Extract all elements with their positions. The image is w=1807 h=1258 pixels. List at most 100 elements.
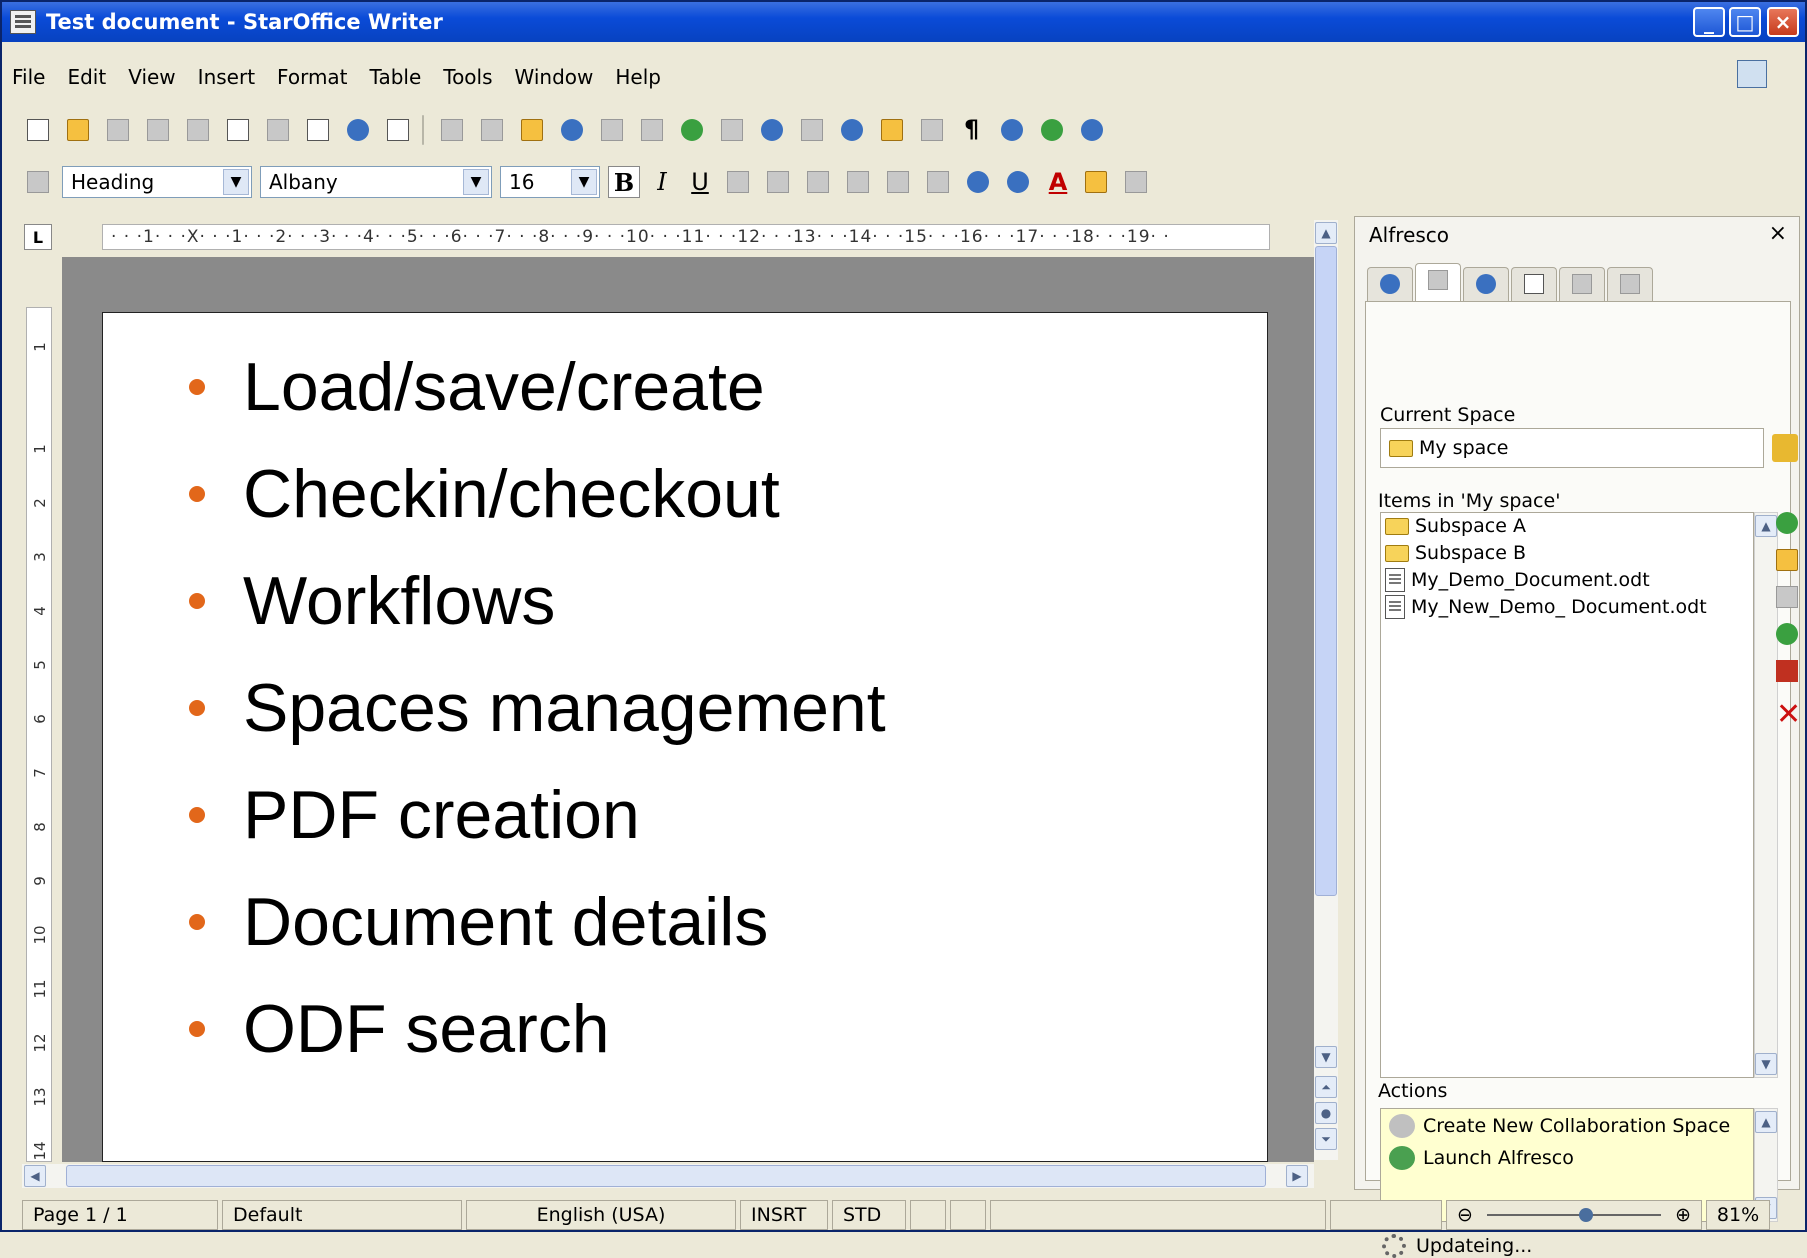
italic-button[interactable]: I <box>646 166 678 198</box>
list-item[interactable]: Spaces management <box>189 654 886 761</box>
hyperlink-button[interactable] <box>676 114 708 146</box>
writer-document-icon[interactable] <box>10 10 36 34</box>
alfresco-button[interactable] <box>1036 114 1068 146</box>
previous-page-icon[interactable]: ⏶ <box>1315 1076 1337 1098</box>
bold-button[interactable]: B <box>608 166 640 198</box>
decrease-indent-button[interactable] <box>962 166 994 198</box>
numbering-button[interactable] <box>882 166 914 198</box>
page-preview-button[interactable] <box>302 114 334 146</box>
scroll-up-icon[interactable]: ▲ <box>1755 1111 1777 1133</box>
export-pdf-button[interactable] <box>222 114 254 146</box>
tab-browse[interactable] <box>1367 267 1413 301</box>
increase-indent-button[interactable] <box>1002 166 1034 198</box>
save-as-pdf-button[interactable] <box>1772 656 1802 686</box>
styles-formatting-button[interactable] <box>22 166 54 198</box>
scroll-left-icon[interactable]: ◀ <box>24 1165 46 1187</box>
next-page-icon[interactable]: ⏷ <box>1315 1128 1337 1150</box>
tab-details[interactable] <box>1511 267 1557 301</box>
align-left-button[interactable] <box>722 166 754 198</box>
document-horizontal-scrollbar[interactable]: ◀ ▶ <box>22 1164 1314 1188</box>
zoom-out-icon[interactable]: ⊖ <box>1457 1204 1473 1226</box>
redo-button[interactable] <box>636 114 668 146</box>
document-vertical-scrollbar[interactable]: ▲ ▼ ⏶ ● ⏷ <box>1314 220 1338 1160</box>
help-button[interactable] <box>1076 114 1108 146</box>
view-layout-icon[interactable] <box>1330 1200 1442 1230</box>
chevron-down-icon[interactable]: ▼ <box>463 169 489 195</box>
zoom-slider-handle[interactable] <box>1578 1208 1593 1222</box>
close-button[interactable]: × <box>1767 7 1799 37</box>
list-item[interactable]: Load/save/create <box>189 333 886 440</box>
tab-workflow[interactable] <box>1559 267 1605 301</box>
add-document-button[interactable] <box>1772 619 1802 649</box>
navigator-button[interactable] <box>836 114 868 146</box>
tab-tags[interactable] <box>1607 267 1653 301</box>
menu-view[interactable]: View <box>128 65 175 89</box>
page-style[interactable]: Default <box>222 1200 462 1230</box>
font-size-select[interactable]: 16 ▼ <box>500 166 600 198</box>
zoom-in-icon[interactable]: ⊕ <box>1675 1204 1691 1226</box>
zoom-slider-control[interactable]: ⊖ ⊕ <box>1446 1200 1702 1230</box>
scroll-down-icon[interactable]: ▼ <box>1755 1053 1777 1075</box>
menu-table[interactable]: Table <box>370 65 422 89</box>
format-paintbrush-button[interactable] <box>556 114 588 146</box>
gallery-button[interactable] <box>876 114 908 146</box>
find-replace-button[interactable] <box>796 114 828 146</box>
horizontal-ruler[interactable]: · · ·1· · ·X· · ·1· · ·2· · ·3· · ·4· · … <box>102 224 1270 250</box>
highlighting-button[interactable] <box>1080 166 1112 198</box>
list-item[interactable]: Subspace A <box>1381 513 1753 539</box>
delete-button[interactable]: ✕ <box>1772 693 1802 732</box>
document-page[interactable]: Load/save/create Checkin/checkout Workfl… <box>102 312 1268 1162</box>
list-item[interactable]: Workflows <box>189 547 886 654</box>
list-item[interactable]: Launch Alfresco <box>1381 1143 1753 1173</box>
zoom-slider[interactable] <box>1486 1208 1662 1222</box>
list-item[interactable]: Create New Collaboration Space <box>1381 1111 1753 1141</box>
menu-help[interactable]: Help <box>615 65 661 89</box>
open-button[interactable] <box>62 114 94 146</box>
new-space-button[interactable] <box>1772 545 1802 575</box>
current-space-field[interactable]: My space <box>1380 428 1764 468</box>
background-color-button[interactable] <box>1120 166 1152 198</box>
items-list[interactable]: Subspace A Subspace B My_Demo_Document.o… <box>1380 512 1754 1078</box>
edit-file-button[interactable] <box>182 114 214 146</box>
chevron-down-icon[interactable]: ▼ <box>571 169 597 195</box>
spellcheck-button[interactable] <box>342 114 374 146</box>
underline-button[interactable]: U <box>684 166 716 198</box>
copy-button[interactable] <box>476 114 508 146</box>
list-item[interactable]: My_Demo_Document.odt <box>1381 567 1753 593</box>
zoom-level[interactable]: 81% <box>1706 1200 1770 1230</box>
list-item[interactable]: Subspace B <box>1381 540 1753 566</box>
scroll-up-icon[interactable]: ▲ <box>1315 222 1337 244</box>
tab-stop-selector[interactable]: L <box>24 224 52 250</box>
email-button[interactable] <box>142 114 174 146</box>
scroll-right-icon[interactable]: ▶ <box>1286 1165 1308 1187</box>
page-count[interactable]: Page 1 / 1 <box>22 1200 218 1230</box>
list-item[interactable]: PDF creation <box>189 761 886 868</box>
formatting-marks-button[interactable]: ¶ <box>956 114 988 146</box>
zoom-button[interactable] <box>996 114 1028 146</box>
vertical-ruler[interactable]: 1 1 2 3 4 5 6 7 8 9 10 11 12 13 14 <box>26 307 52 1162</box>
maximize-button[interactable]: □ <box>1729 7 1761 37</box>
align-right-button[interactable] <box>802 166 834 198</box>
panel-splitter[interactable] <box>1340 220 1350 1188</box>
selection-mode[interactable]: STD <box>832 1200 906 1230</box>
cut-button[interactable] <box>436 114 468 146</box>
alfresco-menu-icon[interactable] <box>1737 60 1767 88</box>
save-button[interactable] <box>102 114 134 146</box>
print-button[interactable] <box>262 114 294 146</box>
list-item[interactable]: Document details <box>189 868 886 975</box>
list-item[interactable]: Checkin/checkout <box>189 440 886 547</box>
font-color-button[interactable]: A <box>1042 166 1074 198</box>
chevron-down-icon[interactable]: ▼ <box>223 169 249 195</box>
autospellcheck-button[interactable] <box>382 114 414 146</box>
list-item[interactable]: ODF search <box>189 975 886 1082</box>
bullets-button[interactable] <box>922 166 954 198</box>
settings-button[interactable] <box>1772 582 1802 612</box>
menu-window[interactable]: Window <box>515 65 594 89</box>
align-center-button[interactable] <box>762 166 794 198</box>
table-button[interactable] <box>716 114 748 146</box>
menu-format[interactable]: Format <box>277 65 347 89</box>
paragraph-style-select[interactable]: Heading ▼ <box>62 166 252 198</box>
close-icon[interactable]: × <box>1769 221 1787 246</box>
draw-functions-button[interactable] <box>756 114 788 146</box>
font-name-select[interactable]: Albany ▼ <box>260 166 492 198</box>
